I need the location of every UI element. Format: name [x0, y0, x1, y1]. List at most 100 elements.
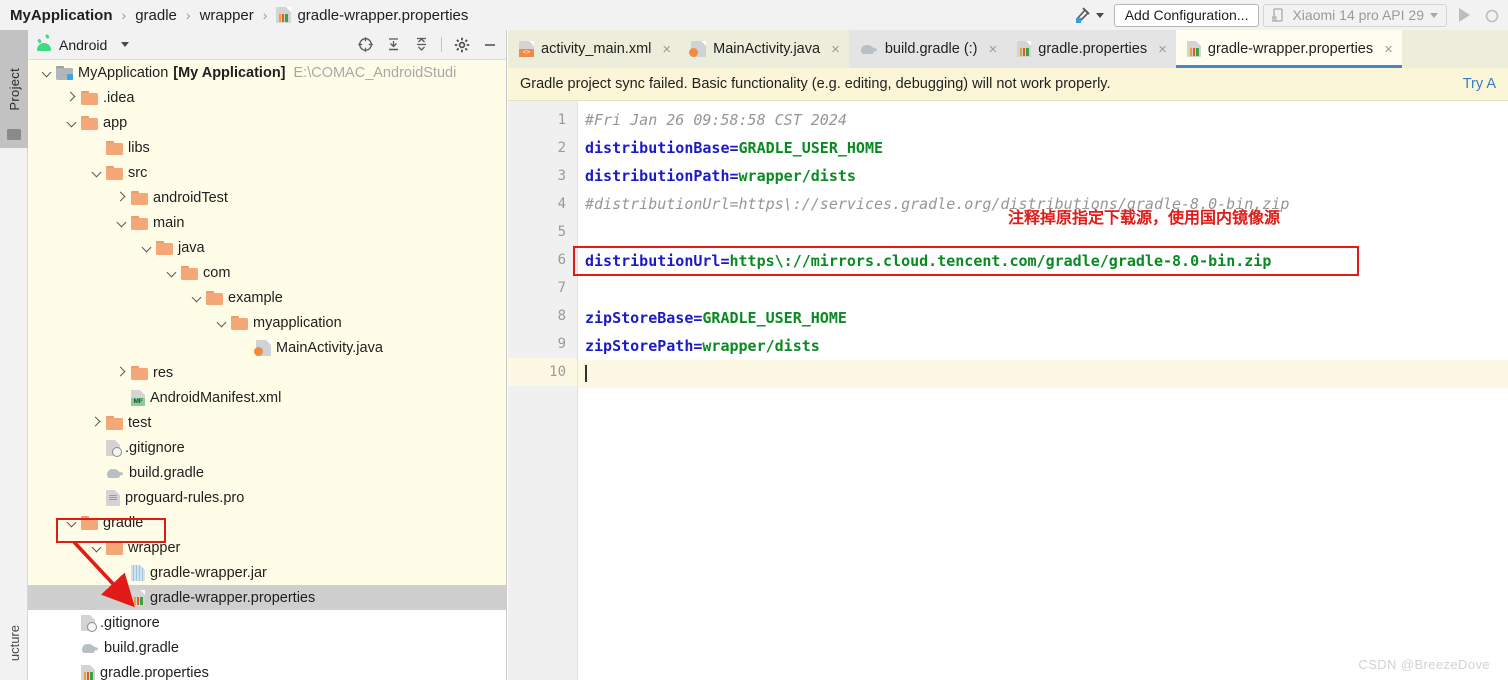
tree-row-label: com — [203, 264, 231, 281]
tree-row-myapplication[interactable]: myapplication — [28, 310, 506, 335]
tree-row-example[interactable]: example — [28, 285, 506, 310]
editor-tab-activity-main-xml[interactable]: activity_main.xml × — [508, 30, 680, 68]
breadcrumb-item-file[interactable]: gradle-wrapper.properties — [297, 7, 468, 24]
chevron-right-icon[interactable] — [115, 191, 128, 204]
tool-window-tab-project[interactable]: Project — [0, 30, 28, 148]
tree-row-res[interactable]: res — [28, 360, 506, 385]
chevron-down-icon[interactable] — [1430, 12, 1438, 18]
chevron-down-icon[interactable] — [90, 166, 103, 179]
tree-row-proguard-rules-pro[interactable]: proguard-rules.pro — [28, 485, 506, 510]
tree-row-test[interactable]: test — [28, 410, 506, 435]
tree-row-label: .gitignore — [100, 614, 160, 631]
minimize-icon[interactable] — [481, 36, 498, 53]
breadcrumb-item-gradle[interactable]: gradle — [135, 7, 177, 24]
debug-icon[interactable] — [1482, 5, 1502, 25]
code-line-8[interactable]: zipStoreBase=GRADLE_USER_HOME — [578, 304, 1508, 332]
code-line-10[interactable] — [578, 360, 1508, 388]
tree-row-label: MainActivity.java — [276, 339, 383, 356]
collapse-all-icon[interactable] — [413, 36, 430, 53]
tree-row-androidmanifest-xml[interactable]: AndroidManifest.xml — [28, 385, 506, 410]
tree-row-wrapper[interactable]: wrapper — [28, 535, 506, 560]
close-icon[interactable]: × — [989, 41, 998, 58]
gear-icon[interactable] — [453, 36, 470, 53]
folder-icon — [81, 515, 98, 530]
tree-row--gitignore[interactable]: .gitignore — [28, 435, 506, 460]
tree-row-build-gradle[interactable]: build.gradle — [28, 635, 506, 660]
device-selector[interactable]: Xiaomi 14 pro API 29 — [1263, 3, 1447, 27]
tree-row-com[interactable]: com — [28, 260, 506, 285]
tree-row-main[interactable]: main — [28, 210, 506, 235]
chevron-right-icon[interactable] — [115, 366, 128, 379]
chevron-down-icon[interactable] — [121, 42, 130, 47]
code-line-1[interactable]: #Fri Jan 26 09:58:58 CST 2024 — [578, 106, 1508, 134]
locate-target-icon[interactable] — [357, 36, 374, 53]
breadcrumb-item-wrapper[interactable]: wrapper — [200, 7, 254, 24]
tree-row-androidtest[interactable]: androidTest — [28, 185, 506, 210]
chevron-down-icon[interactable] — [115, 216, 128, 229]
close-icon[interactable]: × — [1158, 41, 1167, 58]
editor-tab-label: build.gradle (:) — [884, 41, 978, 57]
build-hammer-button[interactable] — [1067, 5, 1110, 25]
tree-row-gradle-wrapper-jar[interactable]: gradle-wrapper.jar — [28, 560, 506, 585]
tree-row-path: E:\COMAC_AndroidStudi — [293, 64, 457, 81]
tree-row-build-gradle[interactable]: build.gradle — [28, 460, 506, 485]
chevron-down-icon[interactable] — [40, 66, 53, 79]
editor-tab-mainactivity-java[interactable]: MainActivity.java × — [680, 30, 849, 68]
code-content[interactable]: 注释掉原指定下载源，使用国内镜像源 #Fri Jan 26 09:58:58 C… — [573, 101, 1508, 680]
code-line-6[interactable]: distributionUrl=https\://mirrors.cloud.t… — [573, 246, 1359, 276]
tree-row-gradle-properties[interactable]: gradle.properties — [28, 660, 506, 680]
properties-file-icon — [276, 7, 292, 23]
code-equals: = — [720, 252, 730, 270]
chevron-right-icon[interactable] — [90, 416, 103, 429]
chevron-down-icon[interactable] — [65, 516, 78, 529]
tree-row-label: proguard-rules.pro — [125, 489, 245, 506]
project-file-tree[interactable]: MyApplication [My Application] E:\COMAC_An… — [28, 60, 506, 680]
tree-row-mainactivity-java[interactable]: MainActivity.java — [28, 335, 506, 360]
code-editor[interactable]: 1 2 3 4 5 6 7 8 9 10 注释掉原指定下载源，使用国内镜像源 #Fri Jan 2… — [508, 101, 1508, 680]
editor-tab-gradle-wrapper-properties[interactable]: gradle-wrapper.properties × — [1175, 30, 1402, 68]
gitignore-file-icon — [81, 614, 97, 632]
code-line-2[interactable]: distributionBase=GRADLE_USER_HOME — [578, 134, 1508, 162]
code-line-9[interactable]: zipStorePath=wrapper/dists — [578, 332, 1508, 360]
chevron-down-icon[interactable] — [165, 266, 178, 279]
editor-tab-build-gradle-[interactable]: build.gradle (:) × — [848, 30, 1007, 68]
tree-row-gradle-wrapper-properties[interactable]: gradle-wrapper.properties — [28, 585, 506, 610]
code-line-7[interactable] — [578, 276, 1508, 304]
tree-row--idea[interactable]: .idea — [28, 85, 506, 110]
tree-row--gitignore[interactable]: .gitignore — [28, 610, 506, 635]
editor-tab-strip[interactable]: activity_main.xml×MainActivity.java×buil… — [508, 30, 1508, 68]
try-again-link[interactable]: Try A — [1463, 76, 1496, 92]
chevron-right-icon[interactable] — [65, 91, 78, 104]
code-equals: = — [729, 139, 739, 157]
editor-tab-label: activity_main.xml — [541, 41, 652, 57]
chevron-down-icon[interactable] — [90, 541, 103, 554]
code-line-3[interactable]: distributionPath=wrapper/dists — [578, 162, 1508, 190]
tree-row-gradle[interactable]: gradle — [28, 510, 506, 535]
tree-row-src[interactable]: src — [28, 160, 506, 185]
tool-window-tab-structure[interactable]: ucture — [0, 606, 28, 680]
add-configuration-button[interactable]: Add Configuration... — [1113, 3, 1260, 27]
tree-row-app[interactable]: app — [28, 110, 506, 135]
chevron-down-icon[interactable] — [215, 316, 228, 329]
breadcrumb-item-project[interactable]: MyApplication — [10, 7, 113, 24]
tree-row-libs[interactable]: libs — [28, 135, 506, 160]
android-studio-window: MyApplication › gradle › wrapper › gradl… — [0, 0, 1508, 680]
close-icon[interactable]: × — [1384, 41, 1393, 58]
folder-icon — [131, 190, 148, 205]
editor-tab-gradle-properties[interactable]: gradle.properties × — [1006, 30, 1176, 68]
tree-row-myapplication[interactable]: MyApplication [My Application] E:\COMAC_An… — [28, 60, 506, 85]
chevron-down-icon[interactable] — [190, 291, 203, 304]
close-icon[interactable]: × — [831, 41, 840, 58]
chevron-down-icon[interactable] — [140, 241, 153, 254]
chevron-down-icon[interactable] — [65, 116, 78, 129]
java-class-icon — [254, 339, 271, 356]
tree-row-java[interactable]: java — [28, 235, 506, 260]
chevron-down-icon[interactable] — [1095, 12, 1104, 18]
run-triangle-icon[interactable] — [1459, 8, 1470, 22]
top-toolbar: MyApplication › gradle › wrapper › gradl… — [0, 0, 1508, 30]
folder-icon — [231, 315, 248, 330]
expand-all-icon[interactable] — [385, 36, 402, 53]
close-icon[interactable]: × — [662, 41, 671, 58]
